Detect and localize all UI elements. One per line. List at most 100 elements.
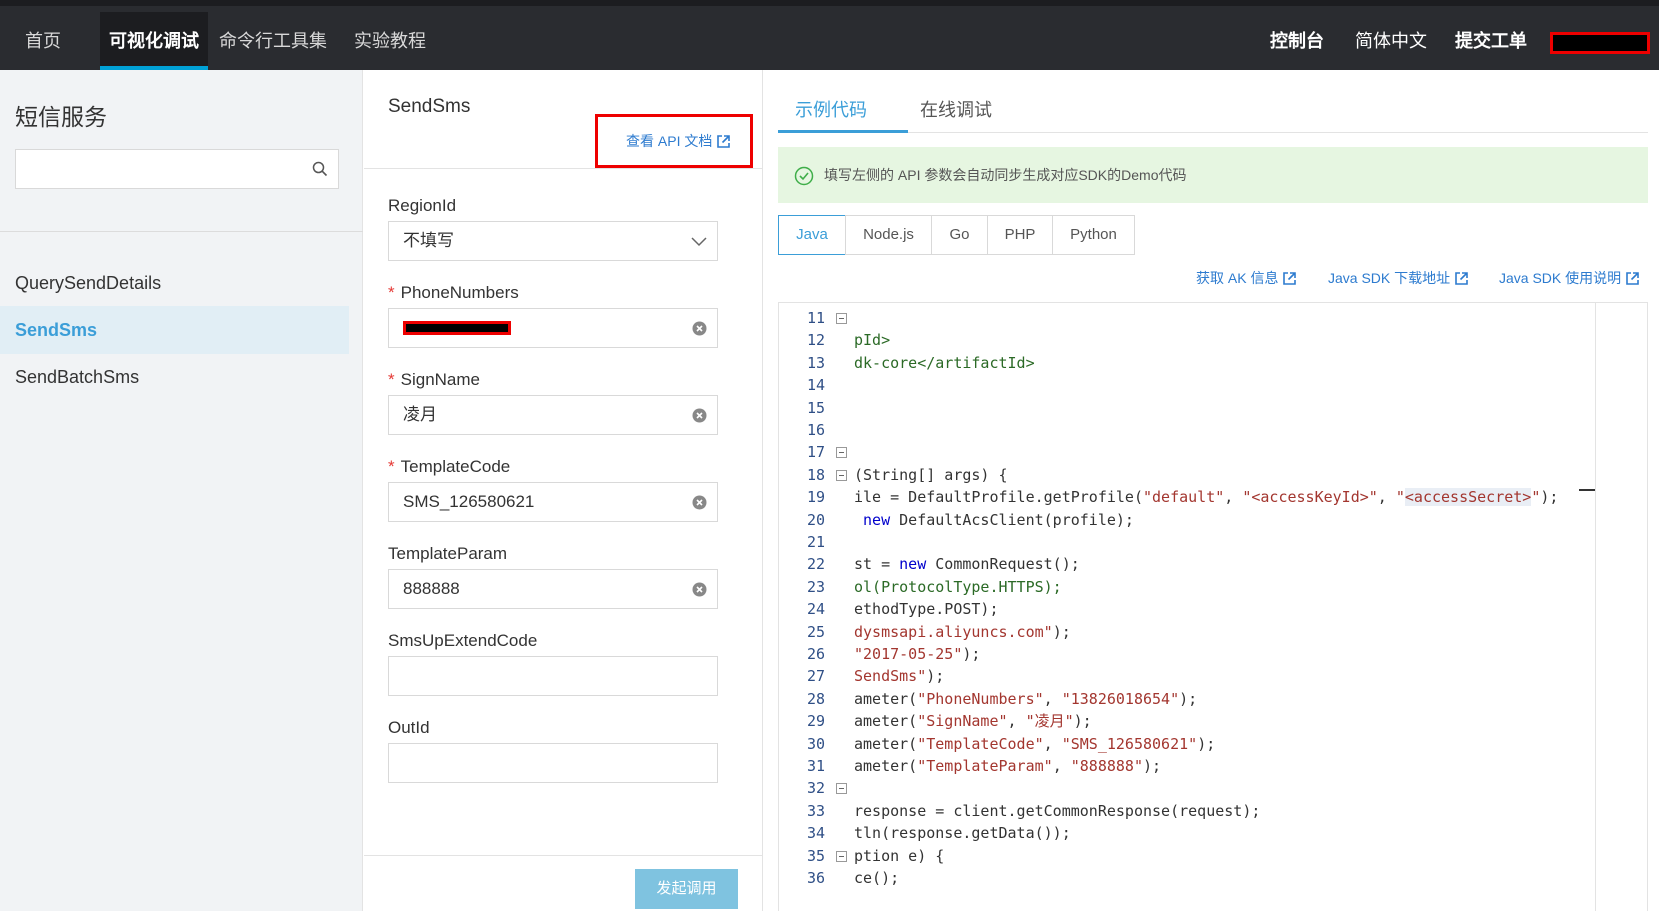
code-text: (String[] args) { [854, 464, 1008, 486]
fold-icon[interactable] [836, 313, 847, 324]
redacted-account-block[interactable] [1550, 32, 1650, 54]
clear-icon[interactable] [692, 321, 707, 336]
code-token: ); [1197, 734, 1216, 753]
sidebar-item-send-batch-sms[interactable]: SendBatchSms [0, 353, 349, 401]
out-id-input[interactable] [388, 743, 718, 783]
api-name-title: SendSms [388, 96, 471, 117]
code-token: , [1007, 712, 1026, 731]
form-bottom-divider [364, 855, 763, 856]
sidebar-search-input[interactable] [15, 149, 339, 189]
field-label-text: SmsUpExtendCode [388, 631, 538, 650]
code-line: 31 ameter("TemplateParam", "888888"); [779, 755, 1647, 777]
chevron-down-icon [691, 237, 707, 247]
line-number: 20 [806, 510, 825, 529]
field-label-text: RegionId [388, 196, 457, 215]
code-token: "PhoneNumbers" [917, 689, 1044, 708]
code-editor[interactable]: 11 12 pId> 13 dk-core</artifactId> 14 15 16 17 18… [778, 302, 1648, 911]
clear-icon[interactable] [692, 495, 707, 510]
link-get-ak-info-label: 获取 AK 信息 [1196, 270, 1279, 286]
code-token: ); [1540, 488, 1559, 507]
code-text: ameter("SignName", "凌月"); [854, 710, 1092, 732]
nav-submit-ticket-link[interactable]: 提交工单 [1455, 12, 1527, 70]
code-text: response = client.getCommonResponse(requ… [854, 800, 1260, 822]
code-token: ); [926, 667, 945, 686]
code-token: new [899, 555, 927, 574]
nav-console-link[interactable]: 控制台 [1270, 12, 1324, 70]
link-java-sdk-guide-label: Java SDK 使用说明 [1499, 270, 1622, 286]
code-token: ce(); [854, 869, 900, 887]
code-line: 18 (String[] args) { [779, 464, 1647, 486]
search-icon[interactable] [312, 161, 328, 177]
sidebar-divider [0, 231, 363, 232]
link-get-ak-info[interactable]: 获取 AK 信息 [1196, 268, 1297, 288]
code-line: 20 new DefaultAcsClient(profile); [779, 509, 1647, 531]
link-java-sdk-download[interactable]: Java SDK 下载地址 [1328, 268, 1468, 288]
code-line: 12 pId> [779, 329, 1647, 351]
code-token: ile = DefaultProfile.getProfile( [854, 488, 1143, 507]
nav-tab-visual-debug[interactable]: 可视化调试 [100, 12, 208, 70]
template-param-input[interactable]: 888888 [388, 569, 718, 609]
code-line: 16 [779, 419, 1647, 441]
clear-icon[interactable] [692, 582, 707, 597]
line-number: 36 [806, 869, 825, 887]
code-token: CommonRequest(); [926, 555, 1080, 574]
tab-online-debug[interactable]: 在线调试 [920, 96, 992, 122]
tab-sample-code[interactable]: 示例代码 [795, 96, 867, 122]
field-label-region-id: RegionId [388, 196, 456, 216]
fold-icon[interactable] [836, 850, 847, 862]
template-code-input[interactable]: SMS_126580621 [388, 482, 718, 522]
code-token: DefaultAcsClient(profile); [890, 510, 1134, 529]
code-token: ); [1073, 712, 1092, 731]
clear-icon[interactable] [692, 408, 707, 423]
line-number: 16 [806, 421, 825, 439]
code-text: ameter("PhoneNumbers", "13826018654"); [854, 688, 1197, 710]
code-line: 15 [779, 397, 1647, 419]
code-token: dk-core</artifactId> [854, 353, 1035, 372]
region-id-select[interactable]: 不填写 [388, 221, 718, 261]
fold-icon[interactable] [836, 447, 847, 459]
sign-name-input[interactable]: 凌月 [388, 395, 718, 435]
template-code-value: SMS_126580621 [403, 492, 535, 511]
sms-up-extend-code-input[interactable] [388, 656, 718, 696]
template-param-value: 888888 [403, 579, 460, 598]
lang-tab-nodejs[interactable]: Node.js [845, 215, 932, 255]
sidebar-item-query-send-details[interactable]: QuerySendDetails [0, 259, 349, 307]
nav-tab-tutorials[interactable]: 实验教程 [348, 12, 432, 70]
external-link-icon [1283, 272, 1297, 285]
line-number: 28 [806, 689, 825, 708]
code-text: ameter("TemplateCode", "SMS_126580621"); [854, 733, 1215, 755]
code-line: 33 response = client.getCommonResponse(re… [779, 800, 1647, 822]
nav-language-switch[interactable]: 简体中文 [1355, 12, 1427, 70]
code-text: "2017-05-25"); [854, 643, 980, 665]
code-token: "<accessKeyId>" [1242, 488, 1378, 507]
api-doc-link[interactable]: 查看 API 文档 [626, 131, 731, 151]
sidebar-item-send-sms[interactable]: SendSms [0, 306, 349, 354]
phone-numbers-input[interactable] [388, 308, 718, 348]
code-token: , [1224, 488, 1243, 507]
lang-tab-java[interactable]: Java [778, 215, 846, 255]
code-token: , [1043, 689, 1062, 708]
lang-tab-python[interactable]: Python [1052, 215, 1135, 255]
fold-icon[interactable] [836, 469, 847, 481]
code-token: new [863, 510, 891, 529]
nav-tab-cli-tools[interactable]: 命令行工具集 [212, 12, 334, 70]
line-number: 30 [806, 734, 825, 753]
code-line: 19 ile = DefaultProfile.getProfile("defau… [779, 486, 1647, 508]
invoke-api-button[interactable]: 发起调用 [635, 869, 738, 909]
code-text: ce(); [854, 867, 899, 889]
code-token: ption e) { [854, 846, 945, 865]
lang-tab-php[interactable]: PHP [987, 215, 1053, 255]
code-token: " [1531, 488, 1541, 507]
link-java-sdk-guide[interactable]: Java SDK 使用说明 [1499, 268, 1639, 288]
code-text: ile = DefaultProfile.getProfile("default… [854, 486, 1558, 508]
line-number: 14 [806, 376, 825, 395]
code-token: pId> [854, 331, 891, 350]
nav-tab-home[interactable]: 首页 [0, 12, 86, 70]
lang-tab-go[interactable]: Go [931, 215, 988, 255]
fold-icon[interactable] [836, 783, 847, 795]
code-token: "TemplateParam" [917, 757, 1053, 775]
line-number: 21 [806, 533, 825, 551]
line-number: 34 [806, 824, 825, 843]
line-number: 33 [806, 801, 825, 820]
field-label-text: OutId [388, 718, 430, 737]
